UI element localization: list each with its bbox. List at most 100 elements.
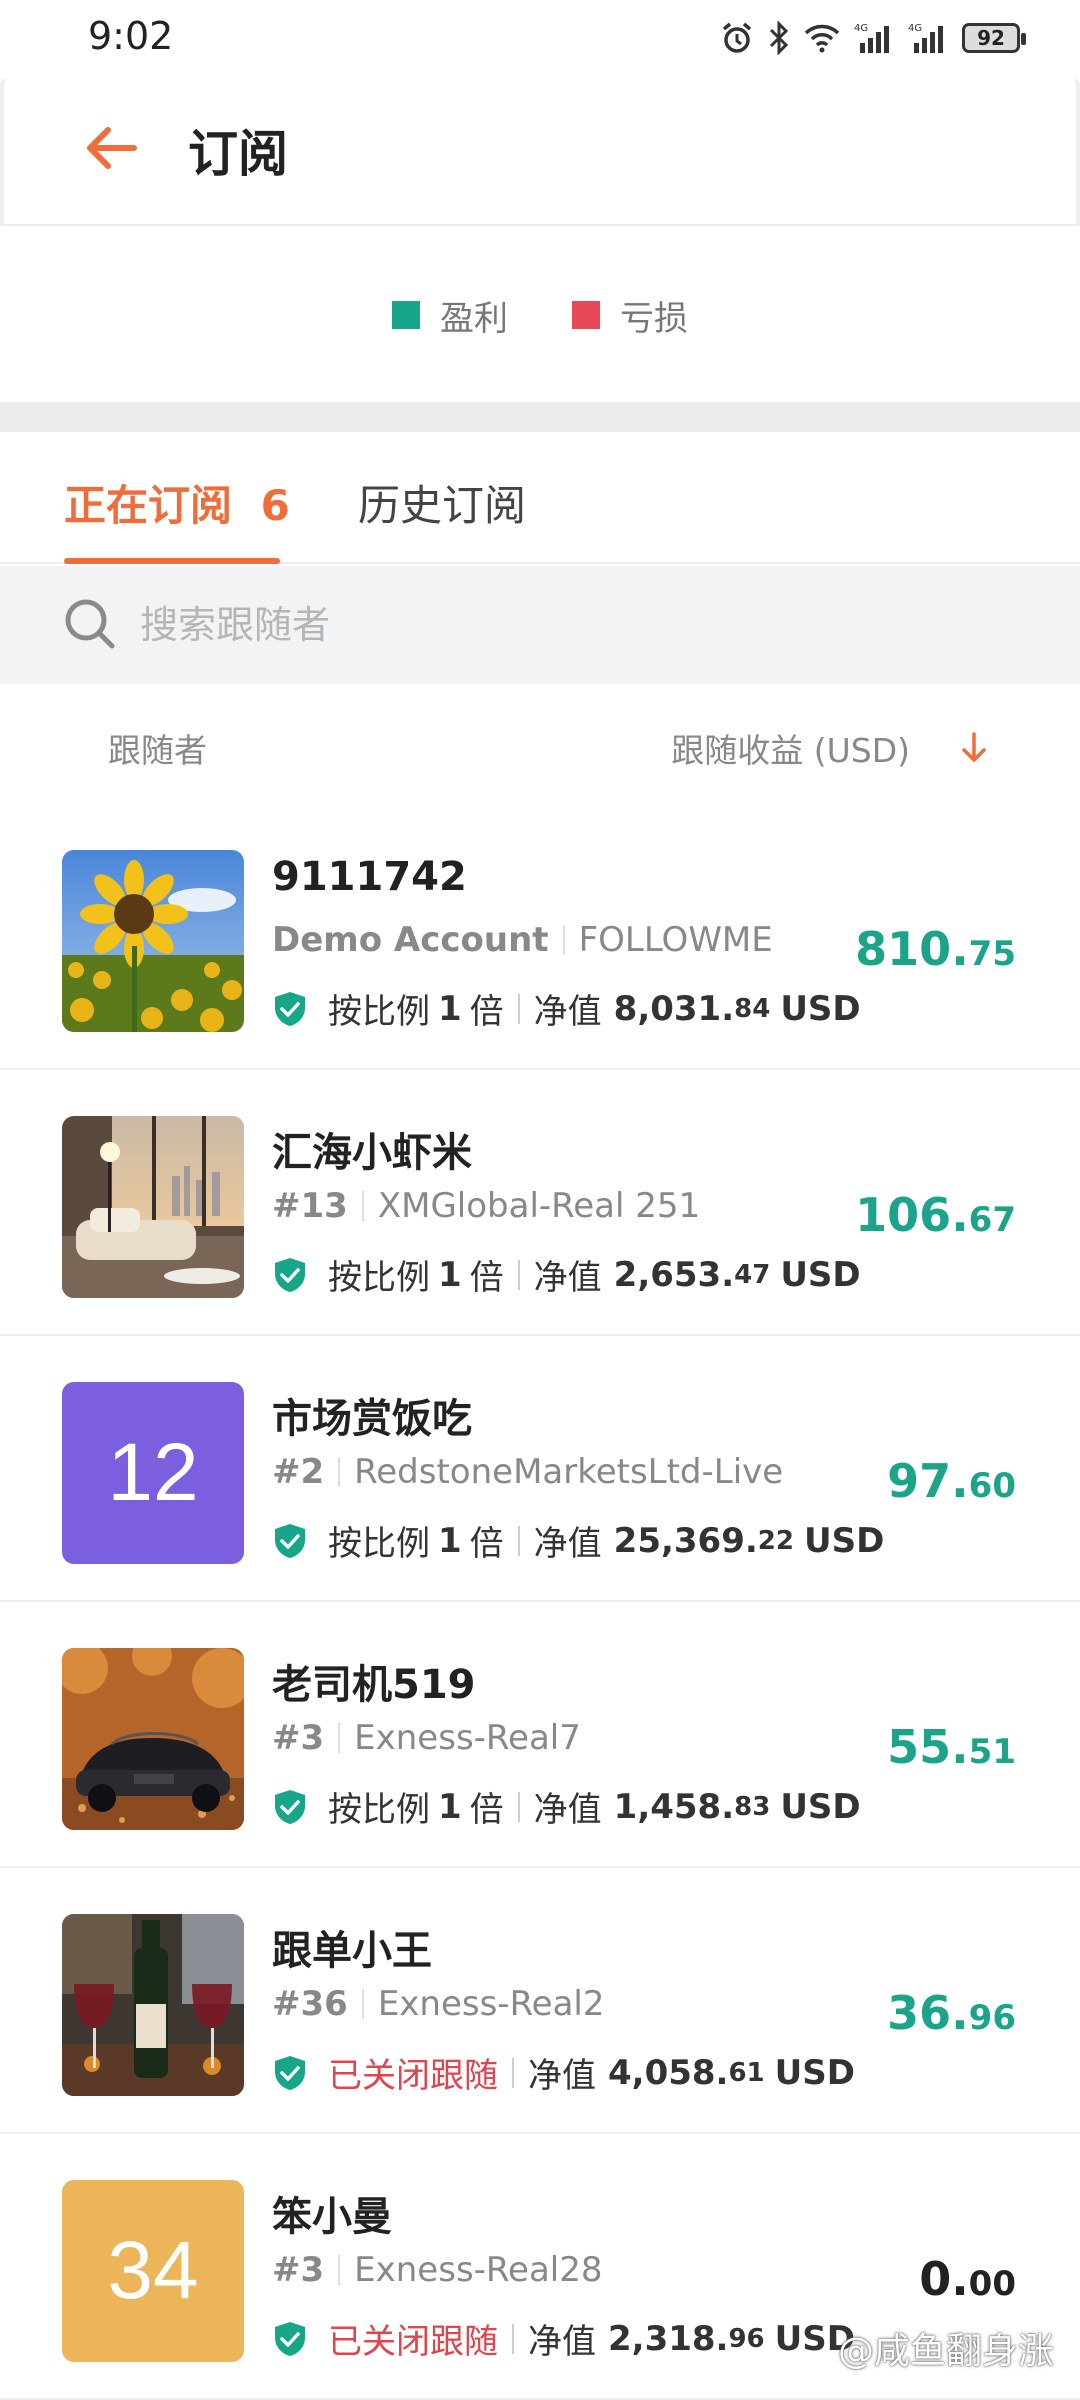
alarm-icon (720, 21, 754, 55)
app-header: 订阅 (0, 78, 1080, 226)
follow-ratio-unit: 倍 (469, 1524, 504, 1564)
avatar (62, 1914, 244, 2096)
follow-profit: 36.96 (887, 1986, 1016, 2040)
follower-name: 市场赏饭吃 (272, 1396, 472, 1442)
follow-ratio-unit: 倍 (469, 992, 504, 1032)
equity-label: 净值 (528, 2322, 596, 2362)
divider (361, 1191, 364, 1221)
arrow-left-icon (87, 127, 137, 169)
avatar: 34 (62, 2180, 244, 2362)
shield-check-icon (275, 1523, 305, 1558)
equity-currency: USD (780, 1786, 861, 1827)
shield-check-icon (275, 1789, 305, 1824)
legend-profit: 盈利 (392, 291, 508, 340)
equity-currency: USD (803, 1520, 885, 1561)
legend-swatch-profit (392, 301, 420, 329)
list-column-header: 跟随者 跟随收益 (USD) (0, 684, 1080, 804)
follow-status: 按比例 (328, 992, 430, 1032)
follower-account-info: #2 RedstoneMarketsLtd-Live (272, 1452, 783, 1492)
profit-dec: 60 (968, 1466, 1016, 1506)
follower-row[interactable]: 12 市场赏饭吃 #2 RedstoneMarketsLtd-Live 按比例 … (0, 1336, 1080, 1602)
profit-dec: 75 (968, 934, 1016, 974)
follower-row[interactable]: 汇海小虾米 #13 XMGlobal-Real 251 按比例 1 倍 净值 2… (0, 1070, 1080, 1336)
search-icon (65, 599, 115, 649)
follower-row[interactable]: 跟单小王 #36 Exness-Real2 已关闭跟随 净值 4,058. 61 … (0, 1868, 1080, 2134)
equity-int: 4,058. (608, 2052, 729, 2093)
wifi-icon (804, 23, 840, 53)
follow-status: 按比例 (328, 1790, 430, 1830)
divider (512, 2323, 514, 2354)
bluetooth-icon (768, 21, 790, 55)
follow-ratio: 1 (438, 1786, 462, 1827)
equity-dec: 83 (734, 1791, 771, 1822)
back-button[interactable] (80, 116, 144, 180)
follower-row[interactable]: 9111742 Demo Account FOLLOWME 按比例 1 倍 净值… (0, 804, 1080, 1070)
divider (517, 1259, 520, 1290)
column-profit[interactable]: 跟随收益 (USD) (671, 724, 910, 772)
follower-row[interactable]: 老司机519 #3 Exness-Real7 按比例 1 倍 净值 1,458.… (0, 1602, 1080, 1868)
server-name: RedstoneMarketsLtd-Live (354, 1452, 784, 1492)
profit-int: 36. (887, 1986, 969, 2040)
follower-meta: 按比例 1 倍 净值 8,031. 84 USD (272, 984, 861, 1033)
section-divider (0, 402, 1080, 432)
equity-dec: 84 (734, 993, 771, 1024)
shield-check-icon (275, 991, 305, 1026)
divider (338, 1723, 341, 1753)
equity-dec: 22 (757, 1525, 794, 1556)
tab-bar: 正在订阅 6 历史订阅 (0, 432, 1080, 564)
follow-profit: 97.60 (887, 1454, 1016, 1508)
shield-check-icon (275, 2055, 305, 2090)
legend-label-loss: 亏损 (620, 298, 688, 339)
profit-int: 810. (855, 922, 969, 976)
follower-name: 老司机519 (272, 1662, 476, 1708)
profit-dec: 00 (968, 2264, 1016, 2304)
follower-name: 9111742 (272, 854, 467, 900)
divider (517, 993, 520, 1024)
equity-label: 净值 (528, 2056, 596, 2096)
watermark: @咸鱼翻身涨 (837, 2331, 1054, 2372)
account-label: #13 (272, 1186, 348, 1226)
follow-ratio-unit: 倍 (469, 1258, 504, 1298)
equity-dec: 47 (734, 1259, 771, 1290)
page-title: 订阅 (188, 125, 288, 183)
tab-active-subscriptions[interactable]: 正在订阅 6 (64, 472, 290, 533)
server-name: Exness-Real7 (354, 1718, 581, 1758)
divider (562, 925, 565, 955)
account-label: #2 (272, 1452, 325, 1492)
avatar-number: 34 (62, 2180, 244, 2362)
follow-profit: 0.00 (919, 2252, 1016, 2306)
server-name: Exness-Real2 (377, 1984, 605, 2024)
server-name: Exness-Real28 (354, 2250, 603, 2290)
divider (512, 2057, 514, 2088)
signal-icon: 4G (854, 21, 894, 55)
status-bar: 9:02 4G 4G 92 (0, 0, 1080, 78)
search-input[interactable] (140, 592, 1020, 658)
profit-legend: 盈利 亏损 (0, 228, 1080, 402)
account-label: Demo Account (272, 920, 549, 960)
follower-name: 跟单小王 (272, 1928, 432, 1974)
follow-ratio-unit: 倍 (469, 1790, 504, 1830)
follower-meta: 已关闭跟随 净值 2,318. 96 USD (272, 2314, 855, 2363)
profit-dec: 51 (968, 1732, 1016, 1772)
follower-account-info: #36 Exness-Real2 (272, 1984, 605, 2024)
follower-meta: 按比例 1 倍 净值 1,458. 83 USD (272, 1782, 861, 1831)
sort-down-arrow-icon[interactable] (954, 728, 994, 768)
equity-int: 1,458. (613, 1786, 735, 1827)
profit-int: 106. (855, 1188, 969, 1242)
tab-history-subscriptions[interactable]: 历史订阅 (358, 472, 526, 533)
equity-dec: 96 (728, 2323, 765, 2354)
battery-indicator: 92 (962, 23, 1026, 53)
follow-ratio: 1 (438, 988, 462, 1029)
profit-dec: 96 (968, 1998, 1016, 2038)
divider (517, 1525, 520, 1556)
equity-currency: USD (774, 2052, 855, 2093)
signal-icon-2: 4G (908, 21, 948, 55)
divider (361, 1989, 364, 2019)
profit-int: 0. (919, 2252, 969, 2306)
equity-label: 净值 (533, 992, 602, 1032)
tab-active-label: 正在订阅 (64, 481, 233, 530)
search-bar (0, 566, 1080, 684)
follow-status: 按比例 (328, 1258, 430, 1298)
equity-currency: USD (780, 988, 861, 1029)
follower-account-info: #3 Exness-Real28 (272, 2250, 602, 2290)
